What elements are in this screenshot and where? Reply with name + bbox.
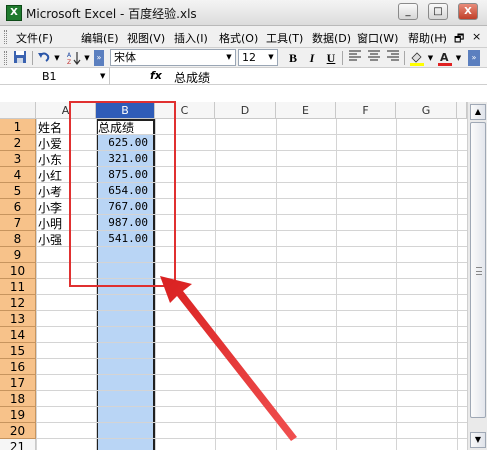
annotation-arrow-icon [160, 276, 297, 441]
